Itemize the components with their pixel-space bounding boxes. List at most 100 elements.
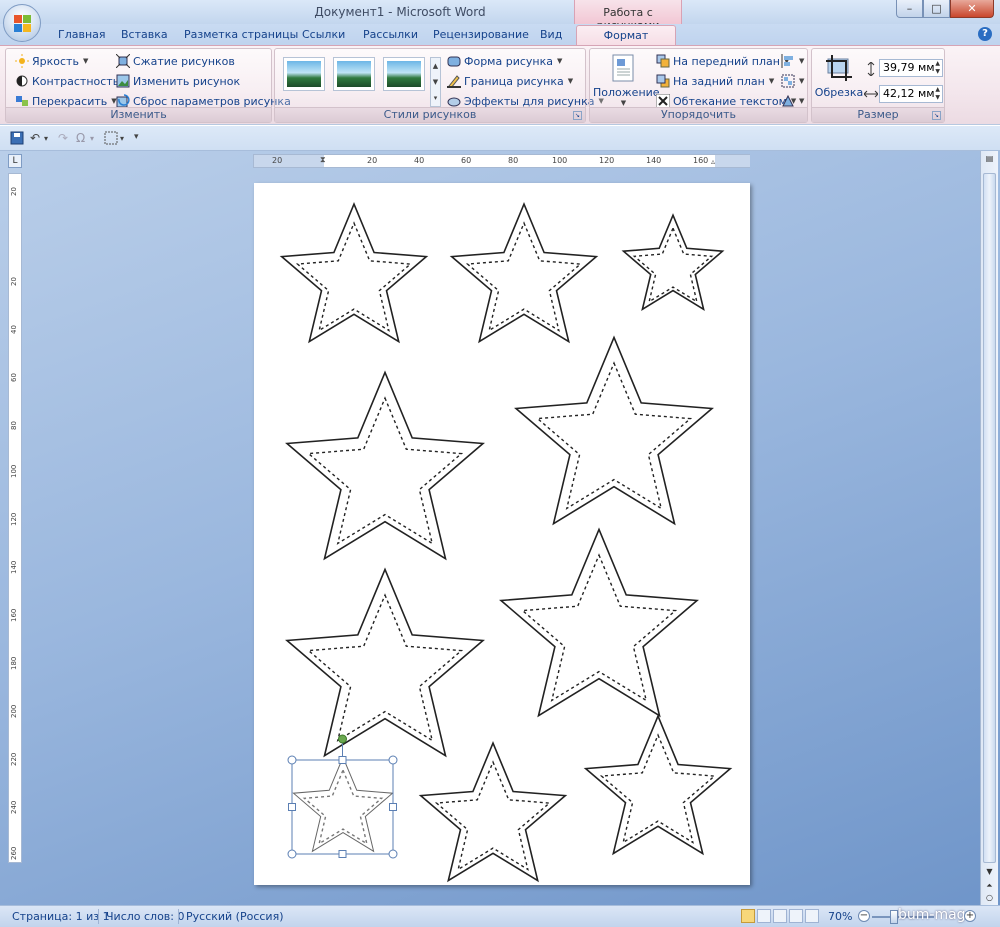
resize-handle[interactable] (338, 850, 347, 858)
width-field[interactable]: 42,12 мм ▲ ▼ (879, 85, 943, 103)
outline-view-icon[interactable] (789, 909, 803, 923)
star-shape[interactable] (449, 202, 599, 344)
picture-styles-group-label: Стили рисунков (275, 107, 585, 122)
hruler-label: 20 (367, 156, 378, 165)
size-dialog-launcher[interactable]: ↘ (932, 111, 941, 120)
vruler-label: 20 (10, 277, 18, 286)
picture-style-thumb-1[interactable] (283, 57, 325, 91)
zoom-slider-knob[interactable] (890, 910, 898, 924)
align-button[interactable]: ▼ (781, 54, 804, 68)
close-button[interactable]: ✕ (950, 0, 994, 18)
reset-picture-icon (116, 94, 130, 108)
styles-dialog-launcher[interactable]: ↘ (573, 111, 582, 120)
full-screen-reading-icon[interactable] (757, 909, 771, 923)
save-icon[interactable] (10, 131, 24, 148)
zoom-level[interactable]: 70% (828, 910, 852, 923)
table-dropdown-icon[interactable]: ▾ (120, 134, 124, 143)
minimize-button[interactable]: – (896, 0, 923, 18)
symbol-dropdown-icon[interactable]: ▾ (90, 134, 94, 143)
tab-selector-icon[interactable]: L (8, 154, 22, 168)
picture-style-thumb-2[interactable] (333, 57, 375, 91)
scroll-down-icon[interactable]: ▼ (983, 867, 996, 881)
tab-format[interactable]: Формат (576, 25, 676, 46)
tab-review[interactable]: Рецензирование (433, 28, 529, 41)
tab-view[interactable]: Вид (540, 28, 562, 41)
gallery-scroll[interactable]: ▲ ▼ ▾ (430, 57, 441, 107)
hruler-label: 20 (272, 156, 283, 165)
horizontal-ruler[interactable]: 20 20 40 60 80 100 120 140 160 ⧗ ▵ (253, 154, 750, 168)
ruler-toggle-icon[interactable]: ▤ (983, 154, 996, 168)
web-layout-icon[interactable] (773, 909, 787, 923)
position-button[interactable]: Положение ▼ (593, 53, 660, 107)
bring-to-front-button[interactable]: На передний план ▼ (656, 54, 789, 68)
star-shape[interactable] (418, 741, 568, 883)
star-shape[interactable] (285, 567, 485, 758)
rotate-button[interactable]: ▼ (781, 94, 804, 108)
word-count[interactable]: Число слов: 0 (106, 910, 185, 923)
resize-handle[interactable] (287, 755, 297, 765)
resize-handle[interactable] (389, 803, 397, 811)
star-shape[interactable] (285, 370, 485, 561)
recolor-button[interactable]: Перекрасить ▼ (15, 94, 117, 108)
language-indicator[interactable]: Русский (Россия) (186, 910, 284, 923)
star-shape[interactable] (279, 202, 429, 344)
tab-insert[interactable]: Вставка (121, 28, 168, 41)
reset-picture-button[interactable]: Сброс параметров рисунка (116, 94, 291, 108)
vertical-ruler[interactable]: 20 20 40 60 80 100 120 140 160 180 200 2… (8, 173, 22, 863)
tab-page-layout[interactable]: Разметка страницы (184, 28, 298, 41)
draw-table-icon[interactable] (104, 131, 118, 148)
resize-handle[interactable] (388, 849, 398, 859)
vruler-label: 100 (10, 464, 18, 478)
picture-effects-button[interactable]: Эффекты для рисунка▼ (447, 94, 604, 108)
star-shape[interactable] (292, 755, 394, 853)
picture-border-button[interactable]: Граница рисунка ▼ (447, 74, 573, 89)
help-icon[interactable]: ? (978, 27, 992, 41)
print-layout-view-icon[interactable] (741, 909, 755, 923)
page-count[interactable]: Страница: 1 из 1 (12, 910, 110, 923)
group-objects-button[interactable]: ▼ (781, 74, 804, 88)
contrast-button[interactable]: Контрастность▼ (15, 74, 129, 88)
zoom-in-icon[interactable]: + (964, 910, 976, 922)
resize-handle[interactable] (388, 755, 398, 765)
redo-icon[interactable]: ↷ (58, 131, 68, 145)
resize-handle[interactable] (287, 849, 297, 859)
star-shape[interactable] (583, 714, 733, 856)
customize-toolbar-icon[interactable]: ▾ (134, 132, 139, 142)
width-spinner[interactable]: ▲ ▼ (935, 86, 940, 102)
scroll-thumb[interactable] (983, 173, 996, 863)
star-shape[interactable] (514, 335, 714, 526)
picture-style-thumb-3[interactable] (383, 57, 425, 91)
document-page[interactable] (254, 183, 750, 885)
window-controls: – □ ✕ (896, 0, 994, 20)
send-to-back-button[interactable]: На задний план ▼ (656, 74, 774, 88)
brightness-button[interactable]: Яркость ▼ (15, 54, 88, 68)
height-spinner[interactable]: ▲ ▼ (935, 60, 940, 76)
tab-mailings[interactable]: Рассылки (363, 28, 418, 41)
crop-button[interactable]: Обрезка (814, 53, 864, 99)
picture-border-label: Граница рисунка (464, 74, 564, 88)
symbol-icon[interactable]: Ω (76, 131, 85, 145)
resize-handle[interactable] (288, 803, 296, 811)
picture-styles-group: ▲ ▼ ▾ Форма рисунка ▼ Граница рисунка ▼ Эффе… (274, 48, 604, 123)
height-field[interactable]: 39,79 мм ▲ ▼ (879, 59, 943, 77)
vertical-scrollbar[interactable]: ▤ ▼ ⏶ ○ (980, 151, 998, 905)
rotation-handle[interactable] (338, 734, 347, 744)
draft-view-icon[interactable] (805, 909, 819, 923)
send-to-back-label: На задний план (673, 74, 765, 88)
tab-references[interactable]: Ссылки (302, 28, 345, 41)
picture-shape-button[interactable]: Форма рисунка ▼ (447, 54, 562, 68)
undo-dropdown-icon[interactable]: ▾ (44, 134, 48, 143)
tab-home[interactable]: Главная (58, 28, 106, 41)
change-picture-button[interactable]: Изменить рисунок (116, 74, 240, 88)
right-indent-marker-icon[interactable]: ▵ (711, 157, 715, 166)
undo-icon[interactable]: ↶ (30, 131, 40, 145)
text-wrapping-button[interactable]: Обтекание текстом ▼ (655, 93, 796, 109)
resize-handle[interactable] (338, 756, 347, 764)
compress-pictures-button[interactable]: Сжатие рисунков (115, 53, 235, 69)
star-shape[interactable] (499, 527, 699, 718)
zoom-out-icon[interactable]: − (858, 910, 870, 922)
office-button[interactable] (3, 4, 41, 42)
star-shape[interactable] (621, 213, 725, 311)
left-indent-marker-icon[interactable]: ⧗ (320, 155, 326, 165)
maximize-button[interactable]: □ (923, 0, 950, 18)
